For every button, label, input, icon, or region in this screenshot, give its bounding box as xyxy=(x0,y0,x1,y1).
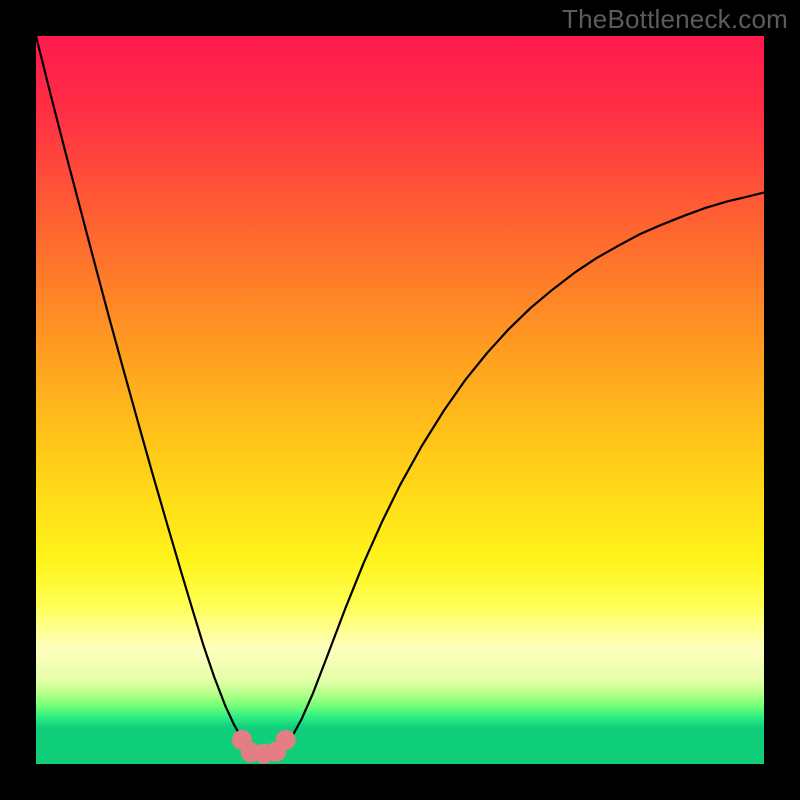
watermark-text: TheBottleneck.com xyxy=(562,4,788,35)
heat-gradient xyxy=(36,36,764,764)
chart-frame: TheBottleneck.com xyxy=(0,0,800,800)
marker-dot xyxy=(276,730,296,750)
plot-area xyxy=(36,36,764,764)
chart-svg xyxy=(36,36,764,764)
